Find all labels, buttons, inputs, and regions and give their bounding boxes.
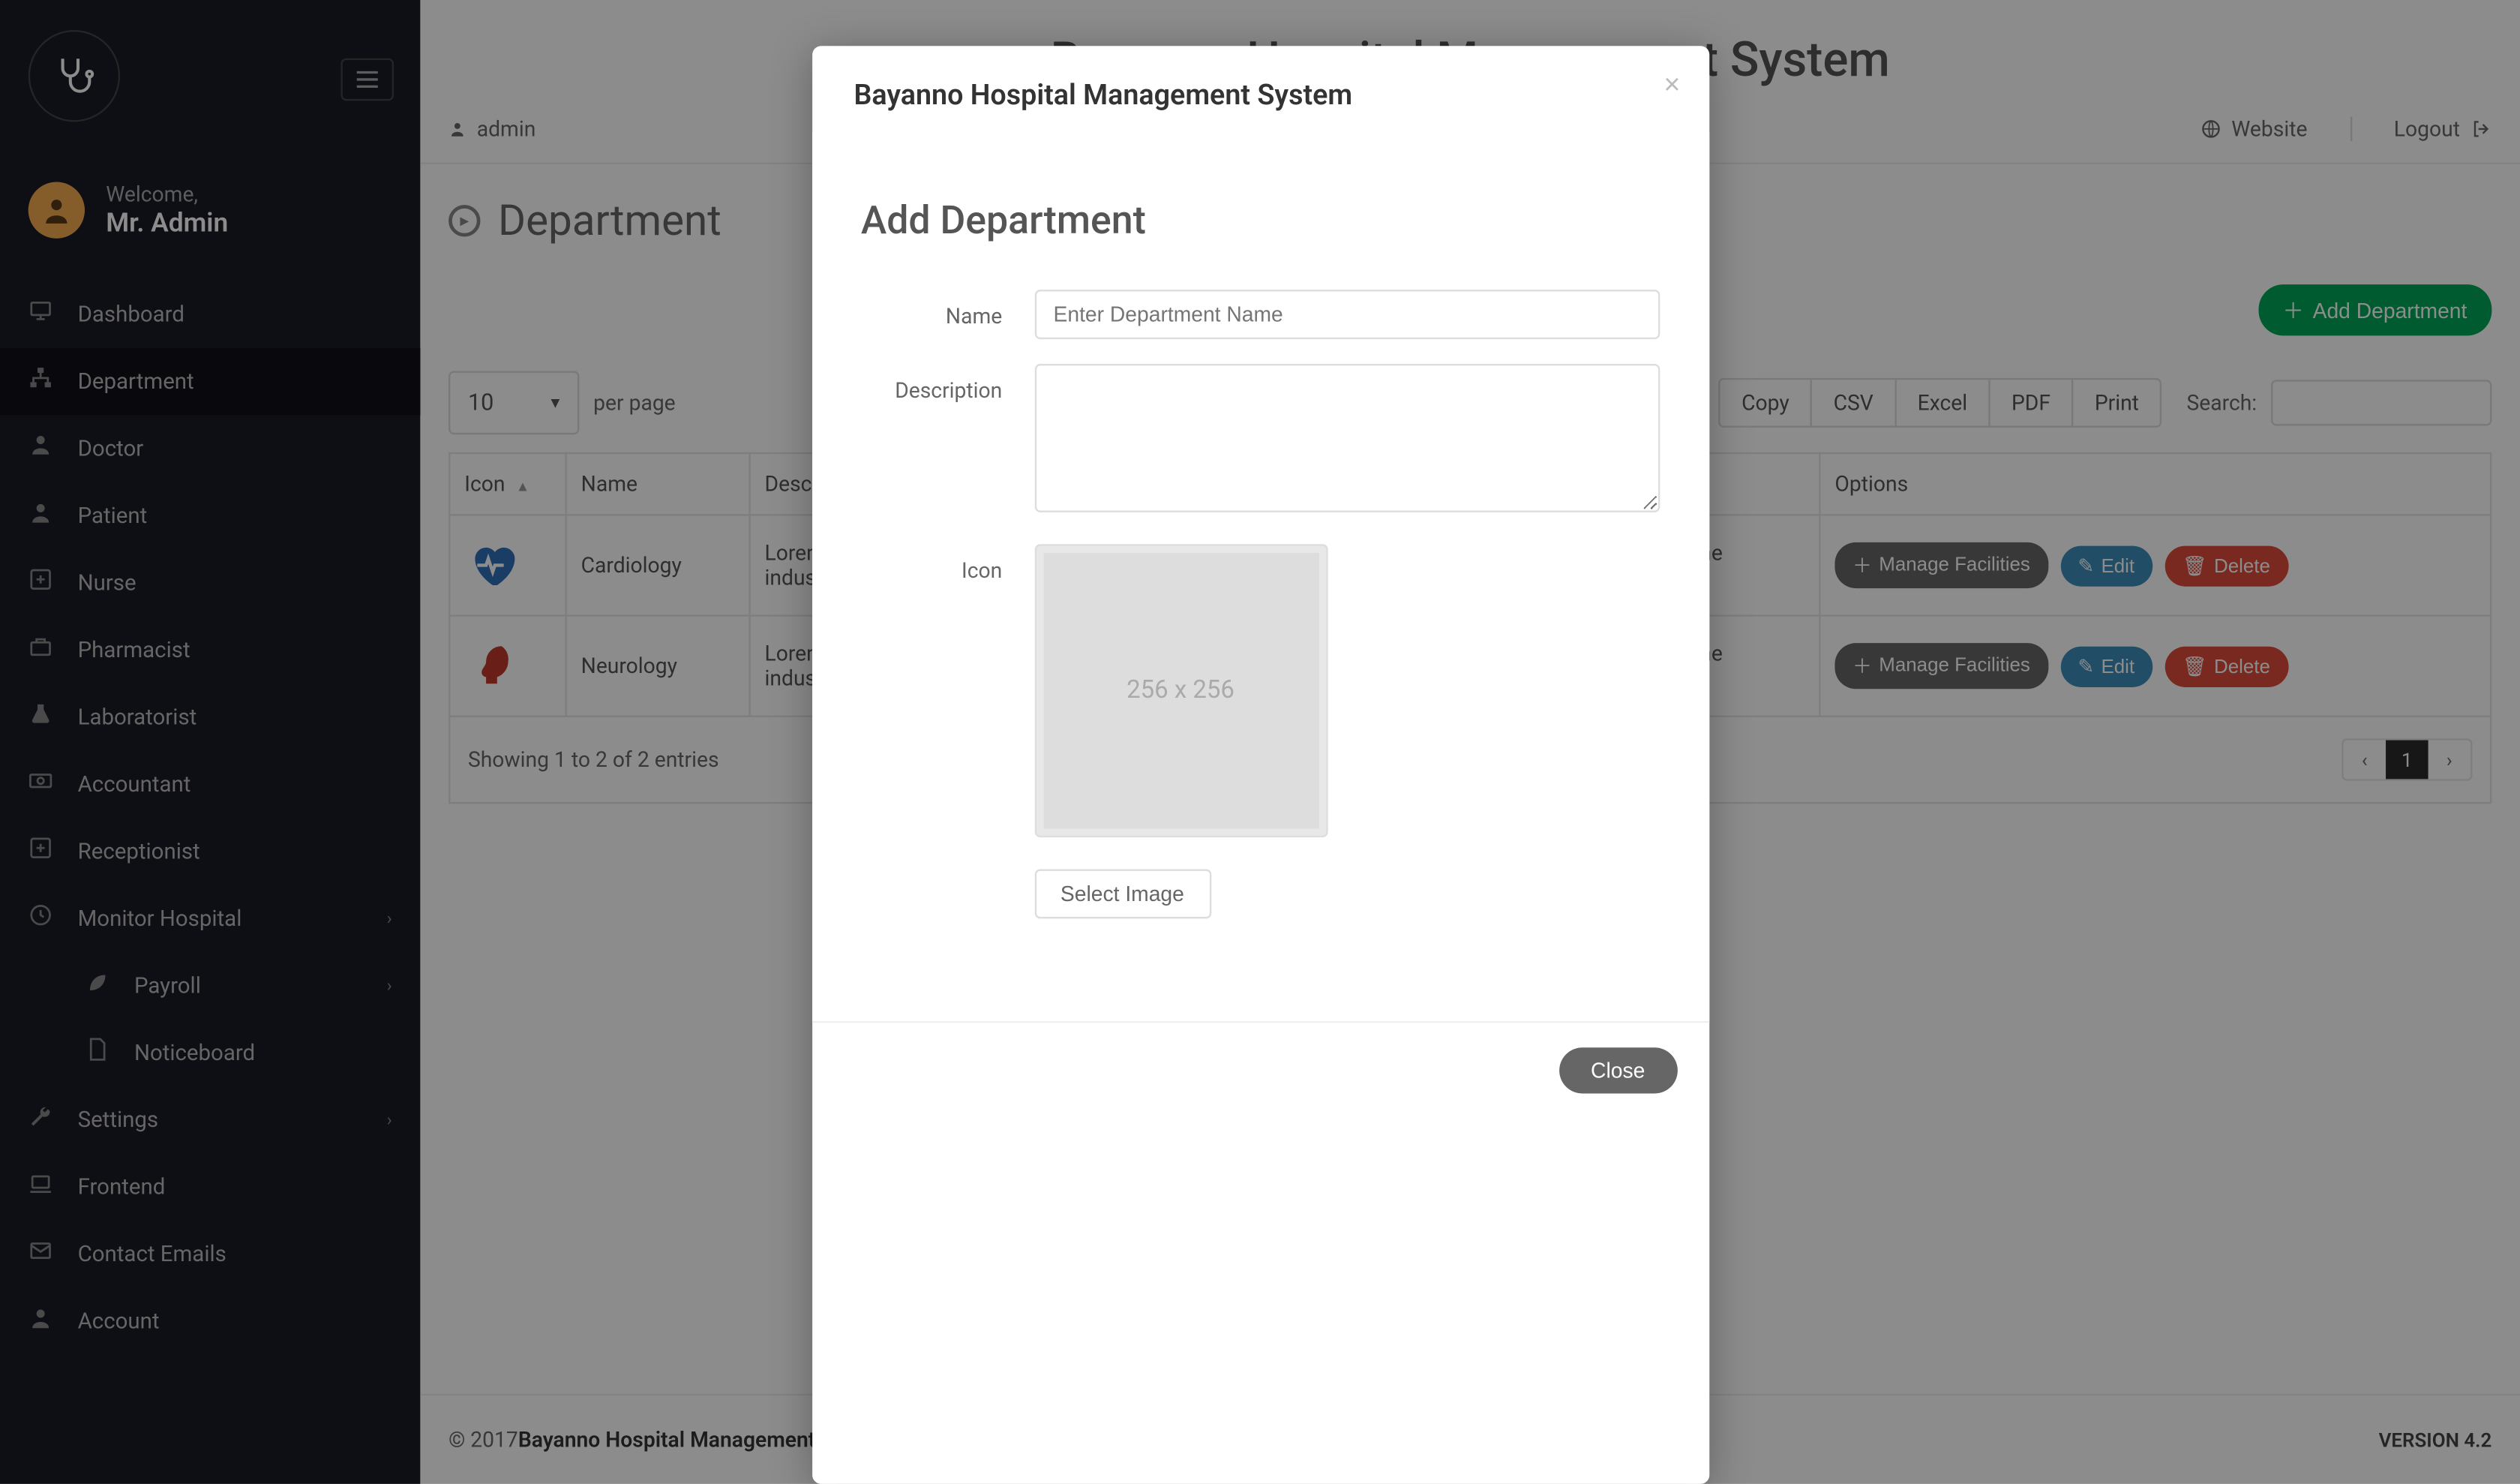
close-modal-button[interactable]: Close (1559, 1047, 1677, 1093)
select-image-button[interactable]: Select Image (1034, 869, 1211, 918)
modal-header-title: Bayanno Hospital Management System (854, 78, 1666, 112)
close-icon: × (1664, 71, 1680, 101)
modal-overlay: Bayanno Hospital Management System × Add… (0, 0, 2520, 1484)
description-label: Description (861, 364, 1034, 403)
modal-title: Add Department (861, 200, 1659, 244)
department-description-input[interactable] (1034, 364, 1660, 512)
icon-preview: 256 x 256 (1034, 544, 1328, 837)
icon-preview-placeholder: 256 x 256 (1042, 553, 1318, 828)
name-label: Name (861, 290, 1034, 329)
modal-header: Bayanno Hospital Management System × (812, 46, 1708, 132)
department-name-input[interactable] (1034, 290, 1660, 339)
modal-close-button[interactable]: × (1664, 71, 1680, 102)
add-department-modal: Bayanno Hospital Management System × Add… (812, 46, 1708, 1484)
modal-footer: Close (812, 1021, 1708, 1119)
icon-label: Icon (861, 544, 1034, 583)
